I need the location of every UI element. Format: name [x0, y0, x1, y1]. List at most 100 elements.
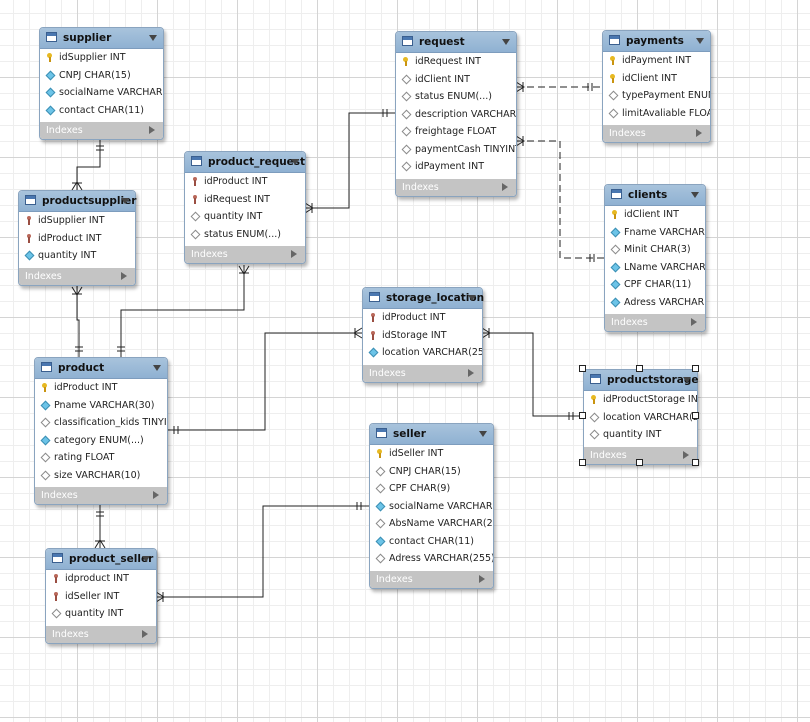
column-row[interactable]: CNPJ CHAR(15) — [40, 67, 163, 85]
collapse-arrow-icon[interactable] — [696, 38, 704, 44]
indexes-section[interactable]: Indexes — [370, 570, 493, 588]
indexes-section[interactable]: Indexes — [363, 364, 482, 382]
column-row[interactable]: classification_kids TINYINT(1) — [35, 414, 167, 432]
column-row[interactable]: idProduct INT — [185, 173, 305, 191]
column-row[interactable]: idClient INT — [605, 206, 705, 224]
column-row[interactable]: idProduct INT — [363, 309, 482, 327]
column-row[interactable]: idSeller INT — [370, 445, 493, 463]
column-row[interactable]: idPayment INT — [396, 158, 516, 176]
resize-handle-bottom-left[interactable] — [579, 459, 586, 466]
collapse-arrow-icon[interactable] — [153, 365, 161, 371]
column-row[interactable]: paymentCash TINYINT(1) — [396, 141, 516, 159]
table-header[interactable]: clients — [605, 185, 705, 206]
collapse-arrow-icon[interactable] — [142, 556, 150, 562]
column-row[interactable]: quantity INT — [584, 426, 697, 444]
indexes-section[interactable]: Indexes — [603, 125, 710, 142]
column-row[interactable]: location VARCHAR(255) — [363, 344, 482, 362]
table-header[interactable]: seller — [370, 424, 493, 445]
column-row[interactable]: idStorage INT — [363, 327, 482, 345]
resize-handle-top-right[interactable] — [692, 365, 699, 372]
indexes-section[interactable]: Indexes — [35, 487, 167, 504]
column-row[interactable]: contact CHAR(11) — [40, 102, 163, 120]
collapse-arrow-icon[interactable] — [683, 377, 691, 383]
expand-arrow-icon[interactable] — [502, 182, 508, 191]
column-row[interactable]: AbsName VARCHAR(255) — [370, 515, 493, 533]
column-row[interactable]: category ENUM(...) — [35, 432, 167, 450]
indexes-section[interactable]: Indexes — [396, 178, 516, 196]
column-row[interactable]: idRequest INT — [396, 53, 516, 71]
collapse-arrow-icon[interactable] — [291, 159, 299, 165]
table-header[interactable]: productsupplier — [19, 191, 136, 212]
column-row[interactable]: LName VARCHAR(20) — [605, 259, 705, 277]
expand-arrow-icon[interactable] — [149, 126, 155, 134]
column-row[interactable]: Fname VARCHAR(15) — [605, 224, 705, 242]
table-payments[interactable]: payments idPayment INT idClient INT typePa… — [602, 30, 711, 143]
column-row[interactable]: quantity INT — [185, 208, 305, 226]
column-row[interactable]: Pname VARCHAR(30) — [35, 397, 167, 415]
column-row[interactable]: Minit CHAR(3) — [605, 241, 705, 259]
table-storage_location[interactable]: storage_location idProduct INT idStorage … — [362, 287, 484, 383]
table-header[interactable]: supplier — [40, 28, 163, 49]
indexes-section[interactable]: Indexes — [19, 267, 135, 285]
expand-arrow-icon[interactable] — [683, 450, 689, 459]
expand-arrow-icon[interactable] — [142, 629, 148, 638]
column-row[interactable]: idClient INT — [396, 71, 516, 89]
column-row[interactable]: idProductStorage INT — [584, 391, 697, 409]
collapse-arrow-icon[interactable] — [149, 35, 157, 41]
table-header[interactable]: product_request — [185, 152, 305, 173]
column-row[interactable]: CPF CHAR(11) — [605, 276, 705, 294]
column-row[interactable]: idProduct INT — [19, 230, 135, 248]
column-row[interactable]: rating FLOAT — [35, 449, 167, 467]
table-product[interactable]: product idProduct INT Pname VARCHAR(30) cl… — [34, 357, 168, 505]
indexes-section[interactable]: Indexes — [40, 122, 163, 139]
resize-handle-top[interactable] — [636, 365, 643, 372]
collapse-arrow-icon[interactable] — [468, 295, 476, 301]
column-row[interactable]: socialName VARCHAR(255) — [40, 84, 163, 102]
column-row[interactable]: status ENUM(...) — [396, 88, 516, 106]
expand-arrow-icon[interactable] — [291, 250, 297, 258]
table-product_request[interactable]: product_request idProduct INT idRequest I… — [184, 151, 306, 264]
column-row[interactable]: idRequest INT — [185, 191, 305, 209]
expand-arrow-icon[interactable] — [153, 491, 159, 499]
table-productstorage[interactable]: productstorage idProductStorage INT locat… — [583, 369, 699, 465]
column-row[interactable]: size VARCHAR(10) — [35, 467, 167, 485]
column-row[interactable]: idSeller INT — [46, 588, 156, 606]
column-row[interactable]: Adress VARCHAR(255) — [370, 550, 493, 568]
column-row[interactable]: quantity INT — [46, 605, 156, 623]
resize-handle-top-left[interactable] — [579, 365, 586, 372]
indexes-section[interactable]: Indexes — [185, 246, 305, 263]
column-row[interactable]: CNPJ CHAR(15) — [370, 463, 493, 481]
column-row[interactable]: idProduct INT — [35, 379, 167, 397]
column-row[interactable]: status ENUM(...) — [185, 226, 305, 244]
resize-handle-left[interactable] — [579, 412, 586, 419]
table-supplier[interactable]: supplier idSupplier INT CNPJ CHAR(15) soci… — [39, 27, 164, 140]
expand-arrow-icon[interactable] — [121, 271, 127, 280]
column-row[interactable]: typePayment ENUM(...) — [603, 87, 710, 105]
table-header[interactable]: request — [396, 32, 516, 53]
table-productsupplier[interactable]: productsupplier idSupplier INT idProduct … — [18, 190, 136, 286]
resize-handle-bottom-right[interactable] — [692, 459, 699, 466]
resize-handle-bottom[interactable] — [636, 459, 643, 466]
expand-arrow-icon[interactable] — [479, 574, 485, 583]
column-row[interactable]: idPayment INT — [603, 52, 710, 70]
column-row[interactable]: description VARCHAR(255) — [396, 106, 516, 124]
collapse-arrow-icon[interactable] — [502, 39, 510, 45]
table-header[interactable]: storage_location — [363, 288, 484, 309]
resize-handle-right[interactable] — [692, 412, 699, 419]
column-row[interactable]: contact CHAR(11) — [370, 533, 493, 551]
column-row[interactable]: idSupplier INT — [40, 49, 163, 67]
table-seller[interactable]: seller idSeller INT CNPJ CHAR(15) CPF CHAR… — [369, 423, 494, 589]
column-row[interactable]: quantity INT — [19, 247, 135, 265]
indexes-section[interactable]: Indexes — [46, 625, 156, 643]
column-row[interactable]: Adress VARCHAR(50) — [605, 294, 705, 312]
column-row[interactable]: idClient INT — [603, 70, 710, 88]
collapse-arrow-icon[interactable] — [121, 198, 129, 204]
column-row[interactable]: location VARCHAR(255) — [584, 409, 697, 427]
expand-arrow-icon[interactable] — [696, 129, 702, 137]
indexes-section[interactable]: Indexes — [605, 314, 705, 331]
column-row[interactable]: freightage FLOAT — [396, 123, 516, 141]
table-clients[interactable]: clients idClient INT Fname VARCHAR(15) Min… — [604, 184, 706, 332]
table-request[interactable]: request idRequest INT idClient INT status … — [395, 31, 517, 197]
expand-arrow-icon[interactable] — [468, 368, 474, 377]
collapse-arrow-icon[interactable] — [479, 431, 487, 437]
